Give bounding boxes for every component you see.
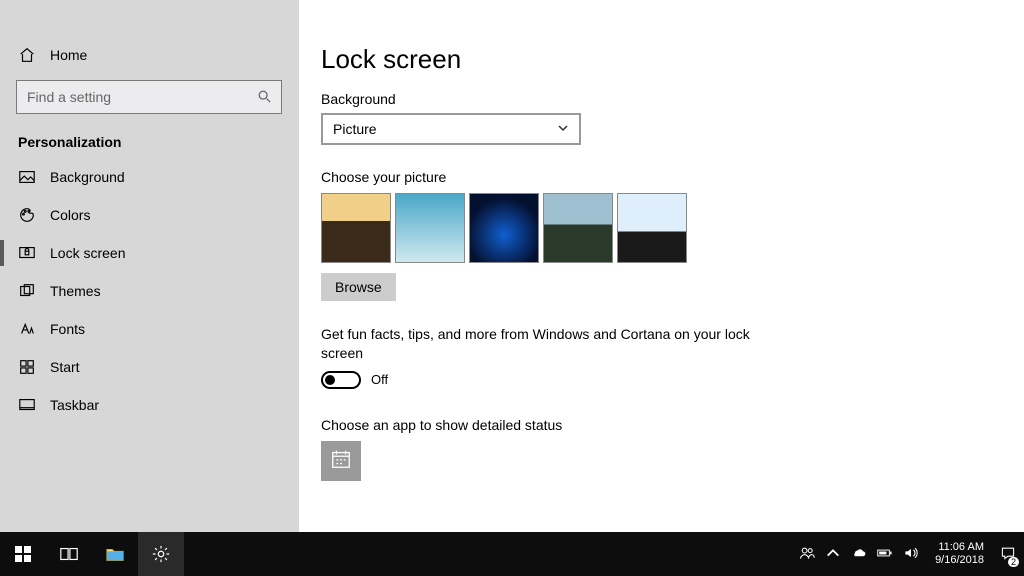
sidebar-item-label: Colors: [50, 207, 90, 223]
tray-chevron-up-icon[interactable]: [825, 545, 841, 564]
detailed-status-label: Choose an app to show detailed status: [321, 417, 1024, 433]
action-center-button[interactable]: 2: [1000, 545, 1016, 564]
picture-thumbnails: [321, 193, 1024, 263]
onedrive-icon[interactable]: [851, 545, 867, 564]
toggle-state-label: Off: [371, 372, 388, 387]
fun-facts-toggle[interactable]: [321, 371, 361, 389]
sidebar-item-lock-screen[interactable]: Lock screen: [0, 234, 299, 272]
chevron-down-icon: [557, 121, 569, 137]
page-title: Lock screen: [321, 44, 1024, 75]
sidebar-item-label: Fonts: [50, 321, 85, 337]
calendar-icon: [330, 448, 352, 473]
sidebar-item-taskbar[interactable]: Taskbar: [0, 386, 299, 424]
home-icon: [18, 46, 36, 64]
sidebar-item-label: Themes: [50, 283, 101, 299]
task-view-button[interactable]: [46, 532, 92, 576]
sidebar-item-start[interactable]: Start: [0, 348, 299, 386]
sidebar-item-label: Lock screen: [50, 245, 125, 261]
fonts-icon: [18, 320, 36, 338]
search-placeholder: Find a setting: [27, 89, 111, 105]
taskbar-settings-button[interactable]: [138, 532, 184, 576]
image-icon: [18, 168, 36, 186]
sidebar-home[interactable]: Home: [0, 36, 299, 74]
system-tray: 11:06 AM 9/16/2018 2: [791, 532, 1024, 576]
start-button[interactable]: [0, 532, 46, 576]
picture-thumb-2[interactable]: [395, 193, 465, 263]
themes-icon: [18, 282, 36, 300]
taskbar-time: 11:06 AM: [935, 541, 984, 554]
sidebar-item-themes[interactable]: Themes: [0, 272, 299, 310]
sidebar: Home Find a setting Personalization Back…: [0, 0, 299, 532]
fun-facts-text: Get fun facts, tips, and more from Windo…: [321, 325, 781, 363]
search-input[interactable]: Find a setting: [16, 80, 282, 114]
background-label: Background: [321, 91, 1024, 107]
start-tiles-icon: [18, 358, 36, 376]
sidebar-item-colors[interactable]: Colors: [0, 196, 299, 234]
sidebar-item-label: Background: [50, 169, 125, 185]
background-dropdown-value: Picture: [333, 121, 377, 137]
file-explorer-button[interactable]: [92, 532, 138, 576]
background-dropdown[interactable]: Picture: [321, 113, 581, 145]
picture-thumb-1[interactable]: [321, 193, 391, 263]
palette-icon: [18, 206, 36, 224]
taskbar-clock[interactable]: 11:06 AM 9/16/2018: [935, 541, 984, 566]
sidebar-item-label: Start: [50, 359, 80, 375]
lock-monitor-icon: [18, 244, 36, 262]
picture-thumb-3[interactable]: [469, 193, 539, 263]
notification-badge: 2: [1008, 557, 1019, 567]
detailed-status-app-tile[interactable]: [321, 441, 361, 481]
picture-thumb-4[interactable]: [543, 193, 613, 263]
taskbar-icon: [18, 396, 36, 414]
battery-icon[interactable]: [877, 545, 893, 564]
taskbar: 11:06 AM 9/16/2018 2: [0, 532, 1024, 576]
sidebar-home-label: Home: [50, 47, 87, 63]
sidebar-category: Personalization: [0, 124, 299, 158]
sidebar-item-fonts[interactable]: Fonts: [0, 310, 299, 348]
people-icon[interactable]: [799, 545, 815, 564]
volume-icon[interactable]: [903, 545, 919, 564]
sidebar-item-background[interactable]: Background: [0, 158, 299, 196]
browse-button[interactable]: Browse: [321, 273, 396, 301]
choose-picture-label: Choose your picture: [321, 169, 1024, 185]
taskbar-date: 9/16/2018: [935, 554, 984, 567]
picture-thumb-5[interactable]: [617, 193, 687, 263]
search-icon: [257, 89, 271, 106]
main-pane: Lock screen Background Picture Choose yo…: [299, 0, 1024, 532]
sidebar-item-label: Taskbar: [50, 397, 99, 413]
